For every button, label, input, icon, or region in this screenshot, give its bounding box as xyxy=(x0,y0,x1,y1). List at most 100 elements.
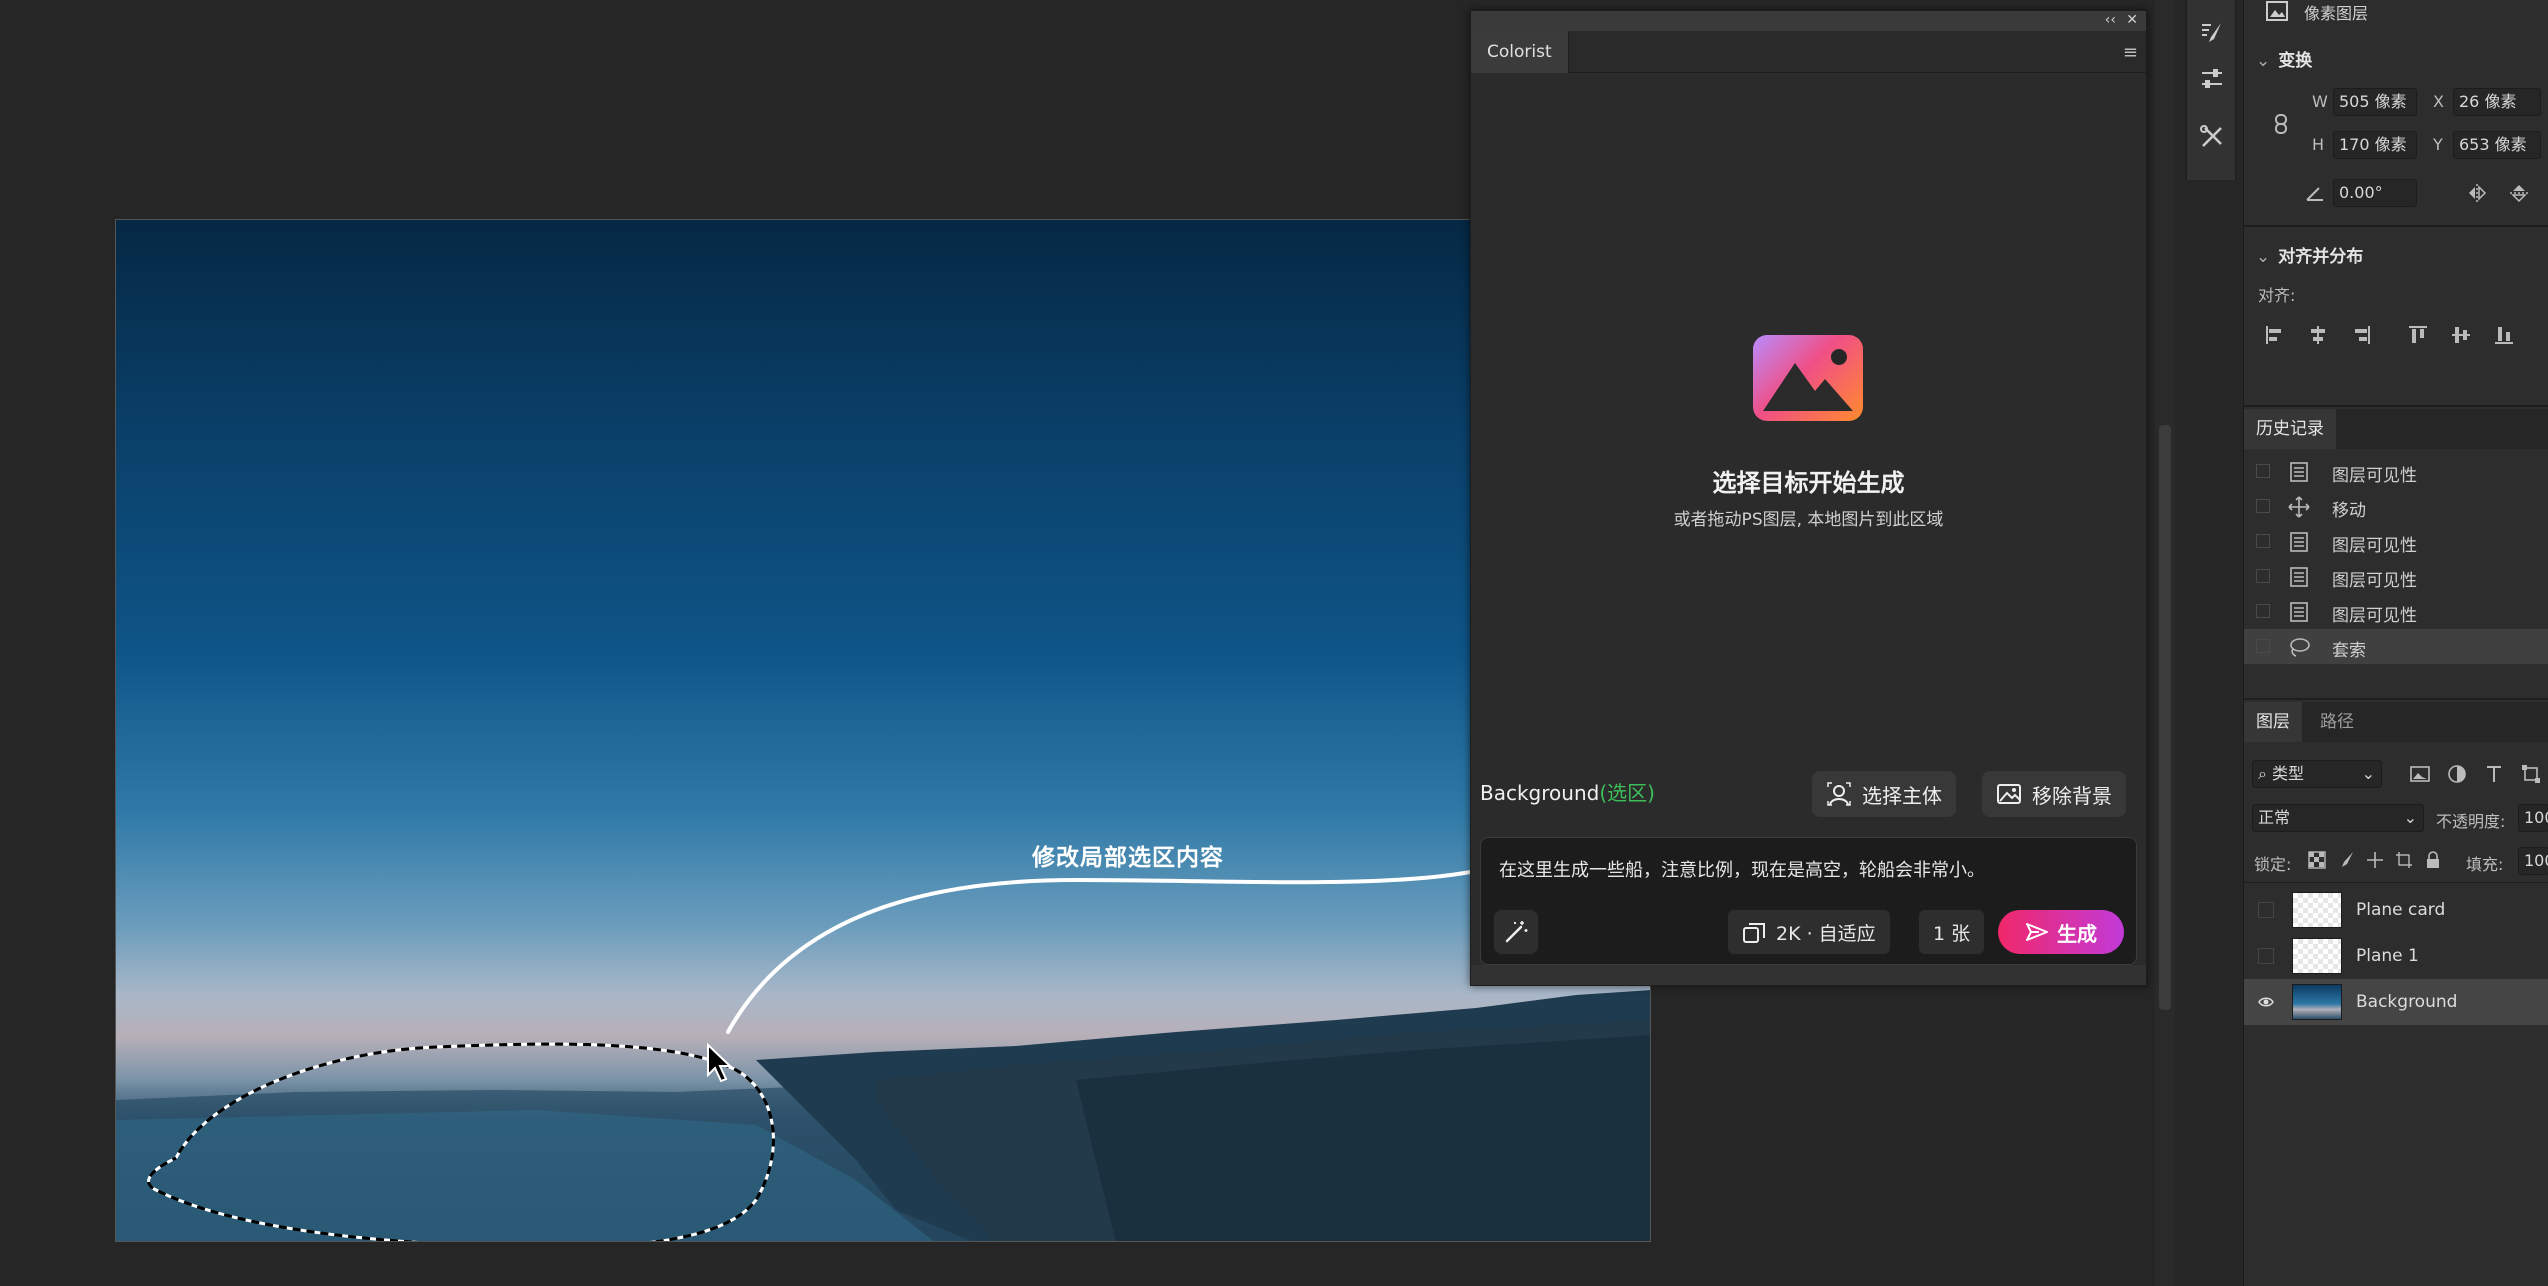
magic-wand-button[interactable] xyxy=(1494,910,1538,954)
eye-icon[interactable] xyxy=(2258,994,2274,1010)
layer-row[interactable]: Plane card xyxy=(2244,887,2548,933)
brush-settings-icon[interactable] xyxy=(2199,20,2225,46)
resolution-selector[interactable]: 2K · 自适应 xyxy=(1728,910,1890,954)
history-snapshot-checkbox[interactable] xyxy=(2256,534,2270,548)
align-left-icon[interactable] xyxy=(2264,324,2286,346)
angle-field[interactable]: 0.00° xyxy=(2333,179,2417,207)
height-field[interactable]: 170 像素 xyxy=(2333,131,2417,159)
align-top-icon[interactable] xyxy=(2407,324,2429,346)
history-snapshot-checkbox[interactable] xyxy=(2256,604,2270,618)
close-panel-icon[interactable]: ✕ xyxy=(2126,12,2138,28)
search-icon: ⌕ xyxy=(2258,764,2273,783)
flip-horizontal-icon[interactable] xyxy=(2466,182,2488,204)
vertical-scrollbar[interactable] xyxy=(2155,0,2175,1286)
prompt-box[interactable]: 在这里生成一些船，注意比例，现在是高空，轮船会非常小。 2K · 自适应 1 张… xyxy=(1480,837,2137,965)
history-snapshot-checkbox[interactable] xyxy=(2256,639,2270,653)
adjustments-icon[interactable] xyxy=(2199,66,2225,92)
filter-shape-icon[interactable] xyxy=(2520,763,2542,785)
target-layer-label: Background(选区) xyxy=(1480,777,1655,806)
panel-tab-row: Colorist ≡ xyxy=(1471,31,2146,73)
opacity-field[interactable]: 100 xyxy=(2518,804,2548,832)
fill-field[interactable]: 100 xyxy=(2518,847,2548,875)
empty-state-title: 选择目标开始生成 xyxy=(1712,469,1905,497)
layer-thumbnail xyxy=(2292,938,2342,974)
generate-label: 生成 xyxy=(2057,921,2097,946)
history-snapshot-checkbox[interactable] xyxy=(2256,464,2270,478)
width-label: W xyxy=(2312,92,2328,111)
image-count-selector[interactable]: 1 张 xyxy=(1919,910,1985,954)
link-icon[interactable] xyxy=(2270,113,2292,135)
properties-panel: 像素图层 ⌄ 变换 W 505 像素 X 26 像素 H 170 像素 Y 653… xyxy=(2243,0,2548,1286)
lasso-icon xyxy=(2290,638,2310,657)
history-snapshot-checkbox[interactable] xyxy=(2256,499,2270,513)
divider xyxy=(2244,882,2548,883)
tab-colorist[interactable]: Colorist xyxy=(1471,31,1569,73)
remove-background-button[interactable]: 移除背景 xyxy=(1982,771,2126,817)
layer-row[interactable]: Plane 1 xyxy=(2244,933,2548,979)
layer-filter-select[interactable]: ⌕ 类型 ⌄ xyxy=(2252,760,2382,788)
filter-adjustment-icon[interactable] xyxy=(2446,763,2468,785)
generate-button[interactable]: 生成 xyxy=(1998,910,2124,954)
layer-thumbnail xyxy=(2292,892,2342,928)
lock-transparent-icon[interactable] xyxy=(2308,851,2326,869)
panel-title-strip[interactable]: ‹‹ ✕ xyxy=(1471,11,2146,31)
align-bottom-icon[interactable] xyxy=(2493,324,2515,346)
align-section-header[interactable]: ⌄ 对齐并分布 xyxy=(2256,242,2363,267)
history-item-label: 移动 xyxy=(2332,501,2366,521)
align-middle-vertical-icon[interactable] xyxy=(2450,324,2472,346)
layer-name[interactable]: Plane 1 xyxy=(2356,946,2419,966)
history-item-current[interactable]: 套索 xyxy=(2244,629,2548,664)
y-field[interactable]: 653 像素 xyxy=(2453,131,2541,159)
visibility-toggle-off[interactable] xyxy=(2258,948,2274,964)
visibility-toggle-off[interactable] xyxy=(2258,902,2274,918)
history-item[interactable]: 移动 xyxy=(2244,489,2548,524)
target-layer-name: Background xyxy=(1480,781,1600,805)
collapse-panel-icon[interactable]: ‹‹ xyxy=(2105,12,2116,28)
document-icon xyxy=(2290,462,2308,482)
colorist-panel[interactable]: ‹‹ ✕ Colorist ≡ 选择目标开始生成 或者拖动PS图层, 本地图片到… xyxy=(1470,10,2147,986)
history-snapshot-checkbox[interactable] xyxy=(2256,569,2270,583)
select-subject-button[interactable]: 选择主体 xyxy=(1812,771,1956,817)
transform-section-header[interactable]: ⌄ 变换 xyxy=(2256,46,2312,71)
layer-filter-value: 类型 xyxy=(2272,764,2305,783)
layer-name[interactable]: Background xyxy=(2356,992,2457,1012)
lock-position-icon[interactable] xyxy=(2366,851,2384,869)
scrollbar-thumb[interactable] xyxy=(2159,425,2171,1010)
image-canvas[interactable] xyxy=(115,219,1651,1242)
history-item[interactable]: 图层可见性 xyxy=(2244,594,2548,629)
lock-artboard-icon[interactable] xyxy=(2395,851,2413,869)
history-item-label: 套索 xyxy=(2332,641,2366,661)
x-field[interactable]: 26 像素 xyxy=(2453,88,2541,116)
canvas-artwork xyxy=(116,858,1650,1241)
align-right-icon[interactable] xyxy=(2350,324,2372,346)
tools-icon[interactable] xyxy=(2199,124,2225,150)
flip-vertical-icon[interactable] xyxy=(2508,182,2530,204)
annotation-label: 修改局部选区内容 xyxy=(1032,845,1224,871)
divider xyxy=(2244,698,2548,700)
panel-menu-icon[interactable]: ≡ xyxy=(2123,42,2138,63)
history-item[interactable]: 图层可见性 xyxy=(2244,524,2548,559)
tab-layers[interactable]: 图层 xyxy=(2244,702,2302,742)
layer-row-selected[interactable]: Background xyxy=(2244,979,2548,1025)
tab-paths[interactable]: 路径 xyxy=(2308,702,2366,742)
chevron-down-icon: ⌄ xyxy=(2403,808,2417,827)
blend-mode-select[interactable]: 正常 ⌄ xyxy=(2252,804,2424,832)
width-field[interactable]: 505 像素 xyxy=(2333,88,2417,116)
filter-pixel-icon[interactable] xyxy=(2409,763,2431,785)
height-label: H xyxy=(2312,135,2325,154)
divider xyxy=(2244,225,2548,227)
selection-tag: (选区) xyxy=(1599,781,1655,805)
prompt-input[interactable]: 在这里生成一些船，注意比例，现在是高空，轮船会非常小。 xyxy=(1499,856,1985,882)
lock-all-icon[interactable] xyxy=(2424,851,2442,869)
align-label: 对齐: xyxy=(2258,286,2296,305)
tab-history[interactable]: 历史记录 xyxy=(2244,409,2336,449)
move-icon xyxy=(2288,496,2310,518)
layer-name[interactable]: Plane card xyxy=(2356,900,2445,920)
history-item[interactable]: 图层可见性 xyxy=(2244,454,2548,489)
colorist-body[interactable]: 选择目标开始生成 或者拖动PS图层, 本地图片到此区域 Background(选… xyxy=(1471,73,2146,965)
angle-icon xyxy=(2306,187,2323,201)
history-item[interactable]: 图层可见性 xyxy=(2244,559,2548,594)
align-center-horizontal-icon[interactable] xyxy=(2307,324,2329,346)
lock-paint-icon[interactable] xyxy=(2337,851,2355,869)
filter-text-icon[interactable] xyxy=(2483,763,2505,785)
